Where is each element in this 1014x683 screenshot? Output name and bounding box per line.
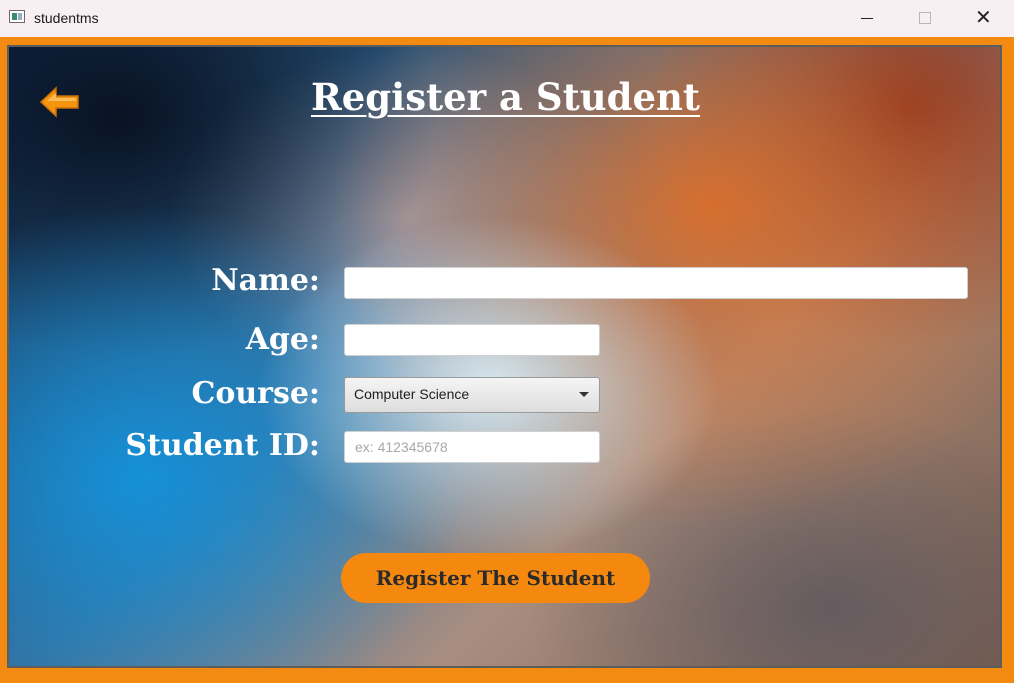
page-title: Register a Student	[310, 75, 701, 119]
course-label: Course:	[191, 376, 320, 411]
name-field[interactable]	[344, 267, 968, 299]
minimize-button[interactable]	[838, 0, 896, 37]
chevron-down-icon	[579, 392, 589, 397]
age-label: Age:	[245, 322, 320, 357]
name-label: Name:	[211, 263, 320, 298]
register-student-button[interactable]: Register The Student	[341, 553, 650, 603]
course-select[interactable]: Computer Science	[344, 377, 600, 413]
close-button[interactable]: ✕	[954, 0, 1012, 37]
student-id-label: Student ID:	[125, 428, 320, 463]
app-window-icon	[9, 10, 25, 23]
course-selected-value: Computer Science	[354, 386, 470, 402]
close-icon: ✕	[975, 5, 992, 29]
window-frame: Register a Student Name: Age: Course: Co…	[0, 37, 1014, 683]
maximize-button[interactable]	[896, 0, 954, 37]
window-title: studentms	[34, 10, 99, 26]
register-student-panel: Register a Student Name: Age: Course: Co…	[7, 45, 1002, 668]
student-id-field[interactable]	[344, 431, 600, 463]
maximize-icon	[919, 12, 931, 24]
minimize-icon	[861, 18, 873, 19]
window-titlebar: studentms ✕	[0, 0, 1014, 37]
age-field[interactable]	[344, 324, 600, 356]
